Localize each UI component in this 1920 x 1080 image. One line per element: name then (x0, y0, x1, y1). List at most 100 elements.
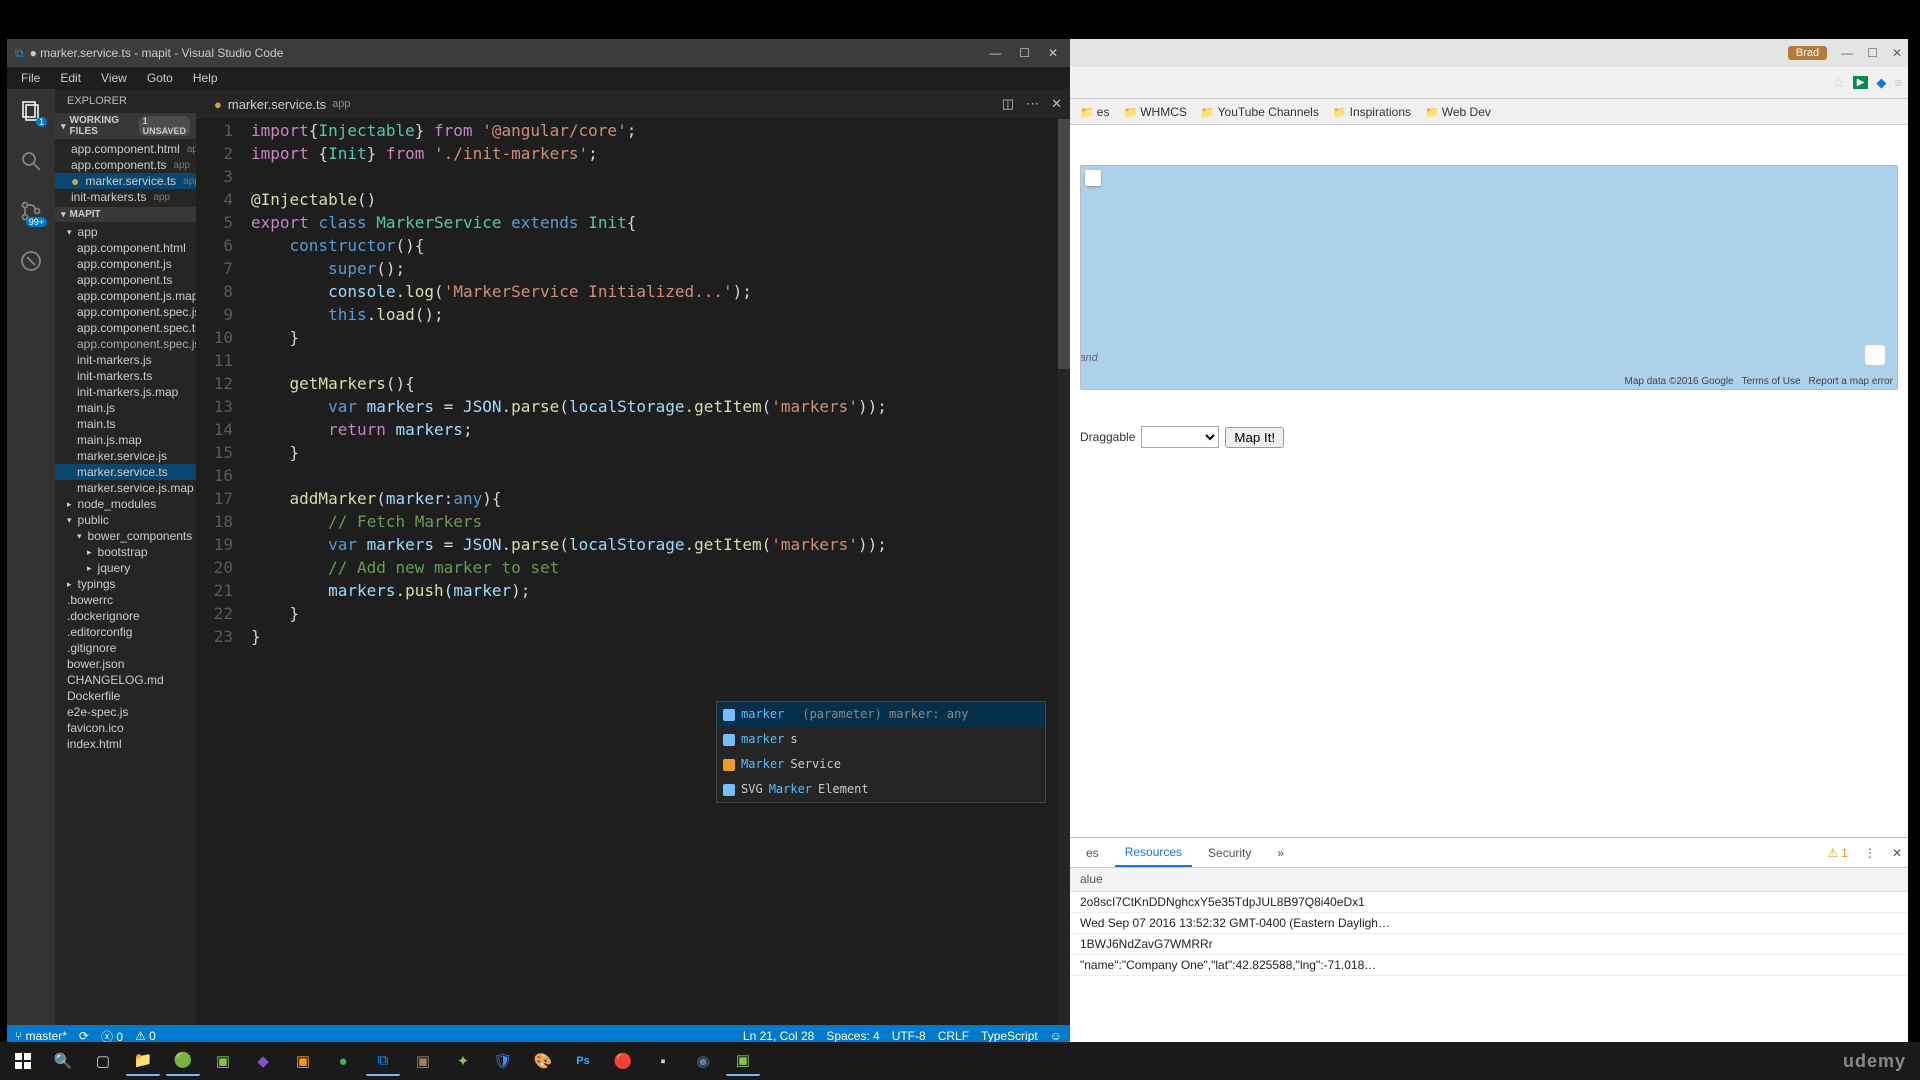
folder-item[interactable]: jquery (55, 560, 196, 576)
minimize-button[interactable]: — (989, 46, 1001, 60)
file-item[interactable]: index.html (55, 736, 196, 752)
intellisense-popup[interactable]: marker(parameter) marker: anymarkersMark… (716, 701, 1046, 803)
file-item[interactable]: init-markers.js.map (55, 384, 196, 400)
explorer-icon[interactable]: 1 (17, 97, 45, 125)
working-files-header[interactable]: ▾ WORKING FILES 1 UNSAVED (55, 113, 196, 139)
file-item[interactable]: app.component.js (55, 256, 196, 272)
chrome-taskbar-icon[interactable]: 🟢 (166, 1046, 200, 1076)
close-button[interactable]: ✕ (1048, 46, 1058, 60)
encoding[interactable]: UTF-8 (892, 1029, 926, 1043)
browser-close-button[interactable]: ✕ (1892, 46, 1902, 60)
devtools-row[interactable]: "name":"Company One","lat":42.825588,"ln… (1070, 955, 1908, 976)
search-taskbar-icon[interactable]: 🔍 (46, 1046, 80, 1076)
file-item[interactable]: marker.service.js (55, 448, 196, 464)
menu-view[interactable]: View (93, 69, 135, 87)
start-button[interactable] (6, 1046, 40, 1076)
intellisense-item[interactable]: marker(parameter) marker: any (717, 702, 1045, 727)
map-report[interactable]: Report a map error (1809, 376, 1893, 387)
file-item[interactable]: main.ts (55, 416, 196, 432)
app-icon-9[interactable]: 🔴 (606, 1046, 640, 1076)
file-item[interactable]: bower.json (55, 656, 196, 672)
folder-item[interactable]: typings (55, 576, 196, 592)
explorer-taskbar-icon[interactable]: 📁 (126, 1046, 160, 1076)
git-icon[interactable]: 99+ (17, 197, 45, 225)
folder-item[interactable]: public (55, 512, 196, 528)
devtools-tab-sources[interactable]: es (1076, 840, 1109, 866)
pegman-icon[interactable] (1865, 345, 1885, 365)
working-file[interactable]: app.component.tsapp (55, 157, 196, 173)
eol[interactable]: CRLF (938, 1029, 969, 1043)
photoshop-icon[interactable]: Ps (566, 1046, 600, 1076)
app-icon-6[interactable]: ✦ (446, 1046, 480, 1076)
file-item[interactable]: e2e-spec.js (55, 704, 196, 720)
file-item[interactable]: app.component.ts (55, 272, 196, 288)
bookmark-item[interactable]: YouTube Channels (1201, 105, 1319, 119)
menu-file[interactable]: File (13, 69, 48, 87)
menu-edit[interactable]: Edit (52, 69, 89, 87)
app-icon-5[interactable]: ▣ (406, 1046, 440, 1076)
file-item[interactable]: favicon.ico (55, 720, 196, 736)
star-icon[interactable]: ☆ (1833, 75, 1845, 91)
file-item[interactable]: .dockerignore (55, 608, 196, 624)
file-item[interactable]: marker.service.js.map (55, 480, 196, 496)
folder-item[interactable]: bower_components (55, 528, 196, 544)
menu-icon[interactable]: ≡ (1894, 75, 1902, 90)
more-icon[interactable]: ⋯ (1026, 96, 1039, 112)
draggable-select[interactable] (1141, 426, 1219, 448)
file-item[interactable]: marker.service.ts (55, 464, 196, 480)
menu-help[interactable]: Help (185, 69, 226, 87)
file-item[interactable]: app.component.spec.ts (55, 320, 196, 336)
devtools-tab-security[interactable]: Security (1198, 840, 1261, 866)
intellisense-item[interactable]: SVGMarkerElement (717, 777, 1045, 802)
devtools-row[interactable]: Wed Sep 07 2016 13:52:32 GMT-0400 (Easte… (1070, 913, 1908, 934)
fullscreen-icon[interactable] (1085, 170, 1101, 186)
file-item[interactable]: main.js.map (55, 432, 196, 448)
file-item[interactable]: app.component.spec.js (55, 304, 196, 320)
devtools-tab-resources[interactable]: Resources (1115, 839, 1192, 867)
project-header[interactable]: ▾ MAPIT (55, 207, 196, 222)
browser-maximize-button[interactable]: ☐ (1867, 46, 1878, 60)
vscode-taskbar-icon[interactable]: ⧉ (366, 1046, 400, 1076)
folder-item[interactable]: bootstrap (55, 544, 196, 560)
maximize-button[interactable]: ☐ (1019, 46, 1030, 60)
folder-item[interactable]: app (55, 224, 196, 240)
working-file[interactable]: init-markers.tsapp (55, 189, 196, 205)
file-item[interactable]: .bowerrc (55, 592, 196, 608)
bookmark-item[interactable]: Web Dev (1425, 105, 1491, 119)
file-item[interactable]: CHANGELOG.md (55, 672, 196, 688)
file-item[interactable]: init-markers.js (55, 352, 196, 368)
extension-icon[interactable]: ◆ (1876, 75, 1886, 91)
google-map[interactable]: land Map data ©2016 Google Terms of Use … (1080, 165, 1898, 390)
app-icon-10[interactable]: ◉ (686, 1046, 720, 1076)
file-item[interactable]: main.js (55, 400, 196, 416)
bookmark-item[interactable]: es (1080, 105, 1109, 119)
debug-icon[interactable] (17, 247, 45, 275)
app-icon-3[interactable]: ▣ (286, 1046, 320, 1076)
chrome-user-badge[interactable]: Brad (1788, 46, 1827, 60)
cursor-position[interactable]: Ln 21, Col 28 (743, 1029, 814, 1043)
sync-icon[interactable]: ⟳ (79, 1029, 89, 1043)
map-it-button[interactable]: Map It! (1225, 427, 1284, 448)
menu-goto[interactable]: Goto (139, 69, 181, 87)
file-item[interactable]: init-markers.ts (55, 368, 196, 384)
devtools-row[interactable]: 1BWJ6NdZavG7WMRRr (1070, 934, 1908, 955)
editor-scrollbar[interactable] (1058, 119, 1070, 1025)
feedback-icon[interactable]: ☺ (1050, 1029, 1062, 1043)
app-icon[interactable]: ▣ (206, 1046, 240, 1076)
devtools-close-icon[interactable]: ✕ (1892, 846, 1902, 860)
code-editor[interactable]: 1234567891011121314151617181920212223 im… (196, 119, 1070, 1025)
devtools-tab-more[interactable]: » (1267, 840, 1294, 866)
tab-marker-service[interactable]: ● marker.service.ts app (204, 97, 360, 112)
folder-item[interactable]: node_modules (55, 496, 196, 512)
file-item[interactable]: .editorconfig (55, 624, 196, 640)
file-item[interactable]: app.component.spec.js... (55, 336, 196, 352)
app-icon-4[interactable]: ● (326, 1046, 360, 1076)
file-item[interactable]: app.component.html (55, 240, 196, 256)
intellisense-item[interactable]: markers (717, 727, 1045, 752)
split-editor-icon[interactable]: ◫ (1002, 96, 1014, 112)
bookmark-item[interactable]: WHMCS (1123, 105, 1186, 119)
intellisense-item[interactable]: MarkerService (717, 752, 1045, 777)
file-item[interactable]: Dockerfile (55, 688, 196, 704)
cmd-icon[interactable]: ▪ (646, 1046, 680, 1076)
devtools-warnings[interactable]: ⚠ 1 (1827, 846, 1847, 860)
